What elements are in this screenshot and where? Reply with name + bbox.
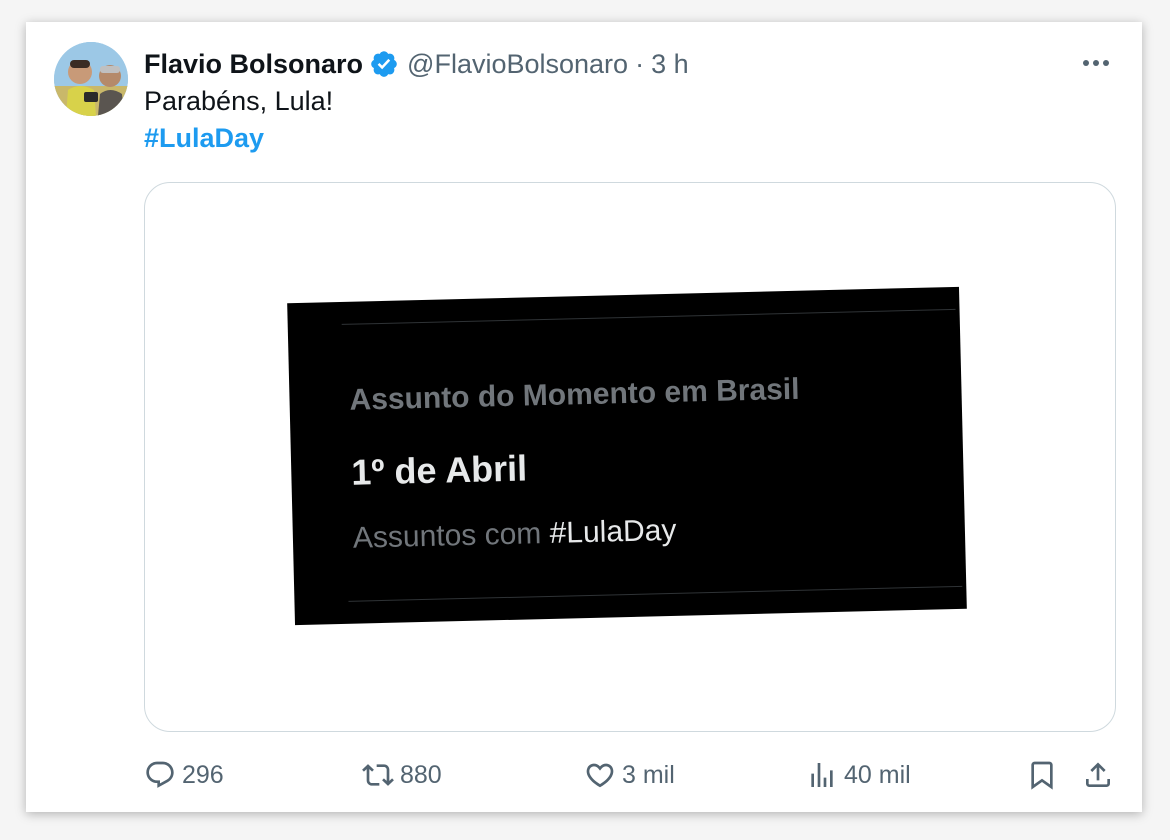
post-text: Parabéns, Lula! bbox=[144, 86, 334, 116]
more-icon[interactable] bbox=[1078, 48, 1114, 78]
reply-button[interactable]: 296 bbox=[144, 750, 224, 800]
trend-meta-prefix: Assuntos com bbox=[352, 517, 542, 555]
post-media[interactable]: Assunto do Momento em Brasil 1º de Abril… bbox=[144, 182, 1116, 732]
like-count: 3 mil bbox=[622, 760, 675, 789]
verified-badge-icon bbox=[369, 49, 399, 79]
bookmark-icon bbox=[1031, 761, 1053, 790]
trend-context: Assunto do Momento em Brasil bbox=[349, 372, 800, 417]
share-button[interactable] bbox=[1082, 750, 1114, 800]
author-line: Flavio Bolsonaro @FlavioBolsonaro · 3 h bbox=[144, 44, 689, 84]
separator-dot: · bbox=[635, 48, 645, 79]
trend-screenshot: Assunto do Momento em Brasil 1º de Abril… bbox=[287, 286, 967, 626]
trend-meta: Assuntos com #LulaDay bbox=[353, 514, 677, 556]
repost-icon bbox=[362, 764, 394, 786]
trend-title: 1º de Abril bbox=[350, 447, 528, 493]
post-time[interactable]: 3 h bbox=[651, 49, 689, 80]
repost-button[interactable]: 880 bbox=[362, 750, 442, 800]
views-icon bbox=[811, 763, 833, 787]
author-handle[interactable]: @FlavioBolsonaro bbox=[407, 49, 628, 80]
action-bar: 296 880 3 mil 40 mil bbox=[144, 750, 1120, 800]
divider bbox=[341, 308, 956, 325]
views-count: 40 mil bbox=[844, 760, 911, 789]
views-button[interactable]: 40 mil bbox=[806, 750, 911, 800]
bookmark-button[interactable] bbox=[1026, 750, 1058, 800]
divider bbox=[348, 585, 963, 602]
post-hashtag-link[interactable]: #LulaDay bbox=[144, 123, 264, 154]
like-icon bbox=[586, 763, 614, 788]
author-name[interactable]: Flavio Bolsonaro bbox=[144, 49, 363, 80]
reply-count: 296 bbox=[182, 760, 224, 789]
like-button[interactable]: 3 mil bbox=[584, 750, 675, 800]
reply-icon bbox=[146, 761, 174, 788]
repost-count: 880 bbox=[400, 760, 442, 789]
avatar[interactable] bbox=[54, 42, 128, 116]
tweet-card[interactable]: Flavio Bolsonaro @FlavioBolsonaro · 3 h … bbox=[26, 22, 1142, 812]
share-icon bbox=[1086, 762, 1110, 787]
trend-meta-tag: #LulaDay bbox=[549, 513, 677, 550]
